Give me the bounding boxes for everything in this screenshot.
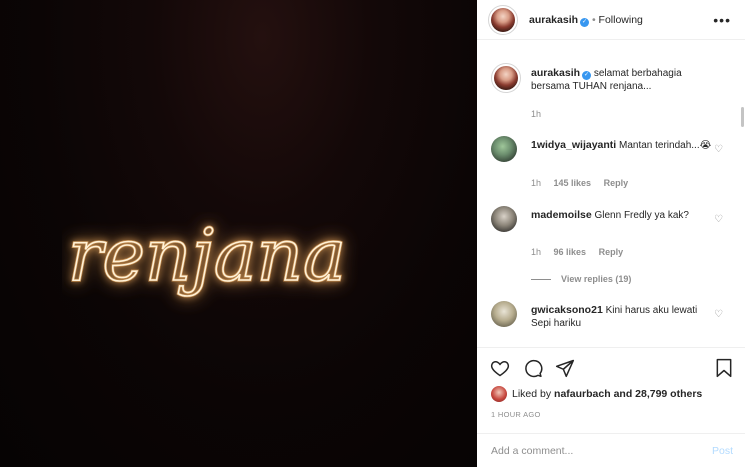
comment-like-icon[interactable]: ♡ <box>714 144 723 155</box>
replies-divider <box>531 279 551 281</box>
caption-username[interactable]: aurakasih <box>531 67 580 79</box>
post-media[interactable]: renjana renjana <box>0 0 477 467</box>
comment-likes-count[interactable]: 145 likes <box>554 178 592 188</box>
commenter-username[interactable]: gwicaksono21 <box>531 304 603 316</box>
view-replies-button[interactable]: View replies (19) <box>531 274 641 284</box>
comment-item: mademoilse Glenn Fredly ya kak? ♡ 1h 96 … <box>491 206 727 286</box>
post-timestamp: 1 HOUR AGO <box>491 410 541 419</box>
post-side-panel: aurakasih ✓ • Following ••• aurakasih ✓ se… <box>477 0 745 467</box>
neon-text: renjana <box>68 213 346 297</box>
comment-meta: 1h 96 likes Reply <box>531 247 633 257</box>
caption-time: 1h <box>531 109 542 119</box>
post-header: aurakasih ✓ • Following ••• <box>477 0 745 40</box>
liker-username[interactable]: nafaurbach <box>554 388 611 400</box>
comment-time: 1h <box>531 247 542 257</box>
comment-time: 1h <box>531 178 542 188</box>
comment-like-icon[interactable]: ♡ <box>714 309 723 320</box>
verified-badge-icon: ✓ <box>582 71 592 80</box>
author-username[interactable]: aurakasih <box>529 14 578 26</box>
comment-text: Glenn Fredly ya kak? <box>594 210 689 221</box>
share-icon[interactable] <box>555 358 575 378</box>
comment-icon[interactable] <box>523 358 543 378</box>
comment-item: gwicaksono21 Kini harus aku lewati Sepi … <box>491 301 727 347</box>
commenter-avatar[interactable] <box>491 301 517 327</box>
comments-section[interactable]: aurakasih ✓ selamat berbahagia bersama TU… <box>477 41 745 347</box>
commenter-avatar[interactable] <box>491 206 517 232</box>
liked-by-others[interactable]: and 28,799 others <box>614 388 703 400</box>
comment-text: Kini harus aku lewati <box>605 305 698 316</box>
verified-badge-icon: ✓ <box>580 18 590 27</box>
following-button[interactable]: Following <box>599 14 643 26</box>
comment-like-icon[interactable]: ♡ <box>714 214 723 225</box>
commenter-username[interactable]: mademoilse <box>531 209 592 221</box>
author-avatar[interactable] <box>488 5 518 35</box>
comment-text-line-2: Sepi hariku <box>531 318 582 329</box>
caption: aurakasih ✓ selamat berbahagia bersama TU… <box>491 63 727 123</box>
comment-text: Mantan terindah...😭 <box>619 140 712 151</box>
bookmark-icon[interactable] <box>715 358 733 378</box>
scrollbar[interactable] <box>741 107 744 127</box>
post-actions: Liked by nafaurbach and 28,799 others 1 … <box>477 347 745 439</box>
reply-button[interactable]: Reply <box>604 178 629 188</box>
reply-button[interactable]: Reply <box>599 247 624 257</box>
separator-dot: • <box>591 14 599 26</box>
neon-sign-image: renjana renjana <box>67 212 348 299</box>
comment-item: 1widya_wijayanti Mantan terindah...😭 ♡ 1… <box>491 136 727 196</box>
view-replies-label: View replies (19) <box>561 274 632 284</box>
liked-by-prefix: Liked by <box>512 387 552 400</box>
caption-meta: 1h <box>531 109 551 119</box>
comment-likes-count[interactable]: 96 likes <box>554 247 587 257</box>
commenter-avatar[interactable] <box>491 136 517 162</box>
more-options-icon[interactable]: ••• <box>713 12 731 28</box>
likes-summary: Liked by nafaurbach and 28,799 others <box>491 386 702 402</box>
heart-icon[interactable] <box>490 358 510 378</box>
commenter-username[interactable]: 1widya_wijayanti <box>531 139 616 151</box>
add-comment-bar: Add a comment... Post <box>477 433 745 467</box>
comment-meta: 1h 145 likes Reply <box>531 178 638 188</box>
caption-avatar[interactable] <box>491 63 521 93</box>
liker-avatar[interactable] <box>491 386 507 402</box>
post-comment-button[interactable]: Post <box>712 445 733 457</box>
comment-input[interactable]: Add a comment... <box>491 445 573 457</box>
